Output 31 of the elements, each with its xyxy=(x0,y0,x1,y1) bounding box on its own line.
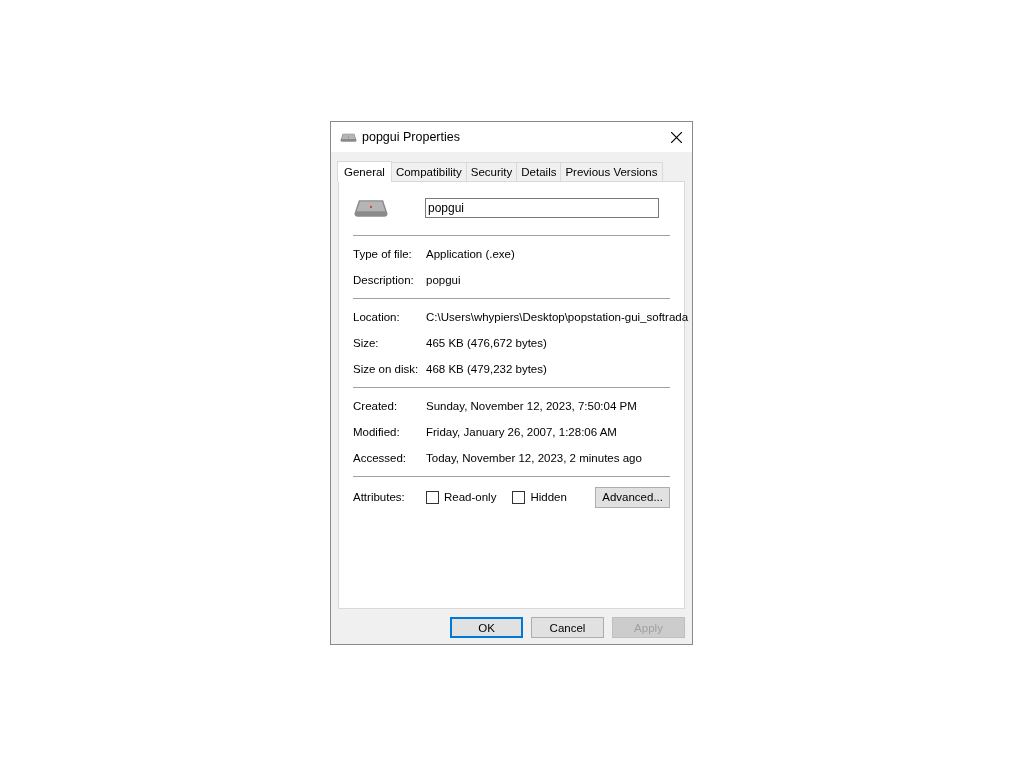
field-value: Friday, January 26, 2007, 1:28:06 AM xyxy=(426,426,617,438)
field-value: popgui xyxy=(426,274,461,286)
field-label: Size on disk: xyxy=(353,363,420,375)
tab[interactable]: Previous Versions xyxy=(560,162,663,181)
field-label: Created: xyxy=(353,400,399,412)
field-value: Application (.exe) xyxy=(426,248,515,260)
close-icon xyxy=(670,131,682,143)
field-label: Accessed: xyxy=(353,452,408,464)
advanced-button[interactable]: Advanced... xyxy=(595,486,670,508)
tab[interactable]: General xyxy=(337,161,392,182)
field-value: 468 KB (479,232 bytes) xyxy=(426,363,547,375)
field-value: 465 KB (476,672 bytes) xyxy=(426,337,547,349)
attributes-label: Attributes: xyxy=(353,491,406,503)
dialog-button[interactable]: OK xyxy=(450,617,523,638)
field-value: C:\Users\whypiers\Desktop\popstation-gui_softrada xyxy=(426,311,689,323)
dialog-button[interactable]: Cancel xyxy=(531,617,604,638)
checkbox[interactable]: Read-only xyxy=(426,490,497,504)
field-value: Sunday, November 12, 2023, 7:50:04 PM xyxy=(426,400,637,412)
field-label: Size: xyxy=(353,337,380,349)
field-value: Today, November 12, 2023, 2 minutes ago xyxy=(426,452,642,464)
tab[interactable]: Compatibility xyxy=(390,162,467,181)
name-field[interactable]: popgui xyxy=(425,198,659,218)
window-title: popgui Properties xyxy=(362,130,461,144)
game-console-icon xyxy=(340,131,357,143)
field-label: Type of file: xyxy=(353,248,413,260)
field-label: Description: xyxy=(353,274,415,286)
tab[interactable]: Security xyxy=(465,162,518,181)
field-label: Location: xyxy=(353,311,401,323)
game-console-icon xyxy=(353,197,389,219)
checkbox[interactable]: Hidden xyxy=(512,490,567,504)
field-label: Modified: xyxy=(353,426,401,438)
